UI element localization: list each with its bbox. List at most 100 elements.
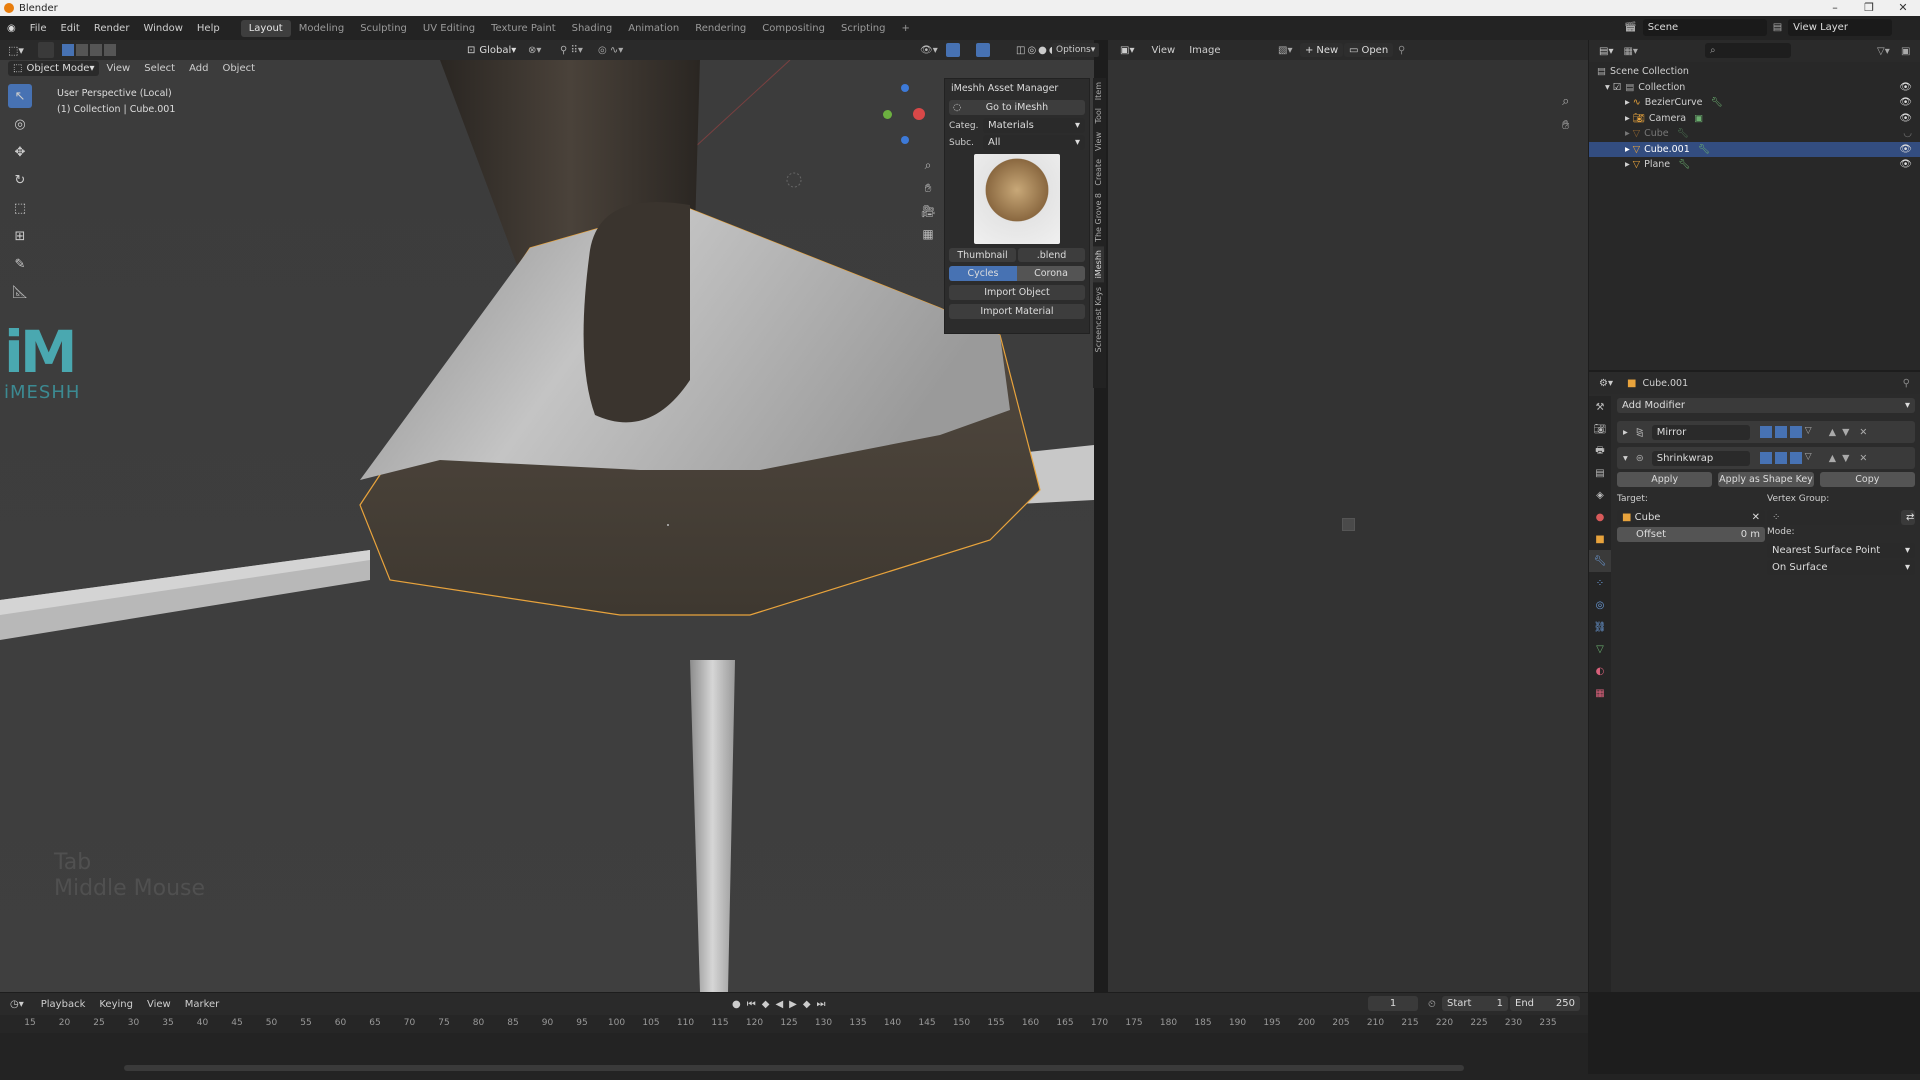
timeline-scrollbar[interactable] — [124, 1065, 1464, 1071]
material-thumbnail[interactable] — [974, 154, 1060, 244]
jump-end-icon[interactable]: ⏭ — [817, 999, 826, 1010]
editor-type-icon[interactable]: ⬚▾ — [8, 44, 24, 57]
overlay-toggle-icon[interactable] — [976, 43, 990, 57]
scene-tab-icon[interactable]: ◈ — [1589, 484, 1611, 506]
zoom-icon[interactable]: ⌕ — [918, 154, 938, 177]
menu-marker[interactable]: Marker — [178, 999, 227, 1010]
modifier-tab-icon[interactable]: 🔧︎ — [1589, 550, 1611, 572]
snap-mode-dropdown[interactable]: On Surface ▾ — [1767, 560, 1915, 575]
cage-icon[interactable]: ▽ — [1805, 452, 1817, 464]
scene-selector[interactable]: Scene — [1642, 19, 1767, 36]
menu-render[interactable]: Render — [87, 23, 137, 34]
move-down-icon[interactable]: ▼ — [1842, 453, 1849, 464]
menu-object[interactable]: Object — [215, 63, 262, 74]
jump-start-icon[interactable]: ⏮ — [747, 999, 756, 1010]
editor-type-icon[interactable]: ◷▾ — [10, 999, 24, 1010]
edit-mode-toggle-icon[interactable] — [1759, 452, 1772, 464]
menu-add[interactable]: Add — [182, 63, 215, 74]
select-new-icon[interactable] — [61, 44, 74, 56]
outliner-row-camera[interactable]: ▸ 📷︎ Camera ▣ 👁︎ — [1589, 111, 1920, 127]
modifier-mirror[interactable]: ▸ ⧎ Mirror ▽ ▲ ▼ ✕ — [1617, 421, 1915, 443]
wrap-method-dropdown[interactable]: Nearest Surface Point ▾ — [1767, 543, 1915, 558]
transform-tool-icon[interactable]: ⊞ — [8, 224, 32, 248]
clock-icon[interactable]: ⏲ — [1428, 999, 1436, 1010]
import-material-button[interactable]: Import Material — [949, 304, 1085, 319]
outliner-row-cube[interactable]: ▸ ▽ Cube 🔧︎ ◡ — [1589, 126, 1920, 142]
render-tab-icon[interactable]: 📷︎ — [1589, 418, 1611, 440]
import-object-button[interactable]: Import Object — [949, 285, 1085, 300]
modifier-name-field[interactable]: Shrinkwrap — [1651, 450, 1750, 466]
play-reverse-icon[interactable]: ◀ — [775, 999, 783, 1010]
select-mode-icon[interactable] — [37, 42, 54, 58]
viewport-toggle-icon[interactable] — [1774, 452, 1787, 464]
clear-icon[interactable]: ✕ — [1752, 512, 1760, 523]
prev-keyframe-icon[interactable]: ◆ — [762, 999, 770, 1010]
tab-scripting[interactable]: Scripting — [833, 20, 893, 37]
filter-icon[interactable]: ▽▾ — [1877, 46, 1890, 57]
display-mode-icon[interactable]: ▦▾ — [1623, 46, 1637, 57]
minimize-button[interactable]: – — [1818, 0, 1852, 16]
editor-type-icon[interactable]: ▣▾ — [1120, 45, 1134, 56]
constraints-tab-icon[interactable]: ⛓︎ — [1589, 616, 1611, 638]
new-image-button[interactable]: + New — [1300, 43, 1344, 57]
pin-icon[interactable]: ⚲ — [1398, 45, 1405, 56]
play-icon[interactable]: ▶ — [789, 999, 797, 1010]
engine-corona-toggle[interactable]: Corona — [1017, 266, 1085, 281]
subcategory-dropdown[interactable]: All ▾ — [983, 135, 1085, 150]
render-toggle-icon[interactable] — [1789, 426, 1802, 438]
target-field[interactable]: ■ Cube ✕ — [1617, 510, 1765, 525]
vertex-group-field[interactable]: ⁘ — [1767, 510, 1899, 525]
view-layer-tab-icon[interactable]: ▤ — [1589, 462, 1611, 484]
blend-button[interactable]: .blend — [1018, 248, 1085, 262]
light-gizmo[interactable] — [786, 172, 802, 188]
menu-view[interactable]: View — [140, 999, 178, 1010]
modifier-name-field[interactable]: Mirror — [1651, 424, 1750, 440]
blender-menu-icon[interactable]: ◉ — [0, 23, 23, 34]
world-tab-icon[interactable]: ● — [1589, 506, 1611, 528]
measure-tool-icon[interactable]: 📐︎ — [8, 280, 32, 304]
tab-shading[interactable]: Shading — [564, 20, 621, 37]
object-tab-icon[interactable]: ■ — [1589, 528, 1611, 550]
move-down-icon[interactable]: ▼ — [1842, 427, 1849, 438]
eye-hidden-icon[interactable]: ◡ — [1903, 128, 1912, 139]
menu-image[interactable]: Image — [1182, 45, 1227, 56]
outliner-row-beziercurve[interactable]: ▸ ∿ BezierCurve 🔧︎ 👁︎ — [1589, 95, 1920, 111]
new-collection-icon[interactable]: ▣ — [1901, 46, 1910, 57]
tab-imeshh[interactable]: iMeshh — [1093, 246, 1104, 283]
material-tab-icon[interactable]: ◐ — [1589, 660, 1611, 682]
options-dropdown[interactable]: Options ▾ — [1052, 43, 1100, 57]
data-tab-icon[interactable]: ▽ — [1589, 638, 1611, 660]
record-icon[interactable]: ● — [732, 999, 741, 1010]
tab-the-grove[interactable]: The Grove 8 — [1093, 189, 1104, 246]
tab-animation[interactable]: Animation — [620, 20, 687, 37]
particles-tab-icon[interactable]: ⁘ — [1589, 572, 1611, 594]
apply-button[interactable]: Apply — [1617, 472, 1713, 487]
texture-tab-icon[interactable]: ▦ — [1589, 682, 1611, 704]
pan-hand-icon[interactable]: ✋︎ — [1562, 114, 1569, 138]
menu-edit[interactable]: Edit — [53, 23, 86, 34]
add-workspace-button[interactable]: + — [893, 20, 917, 37]
current-frame-field[interactable]: 1 — [1368, 996, 1418, 1011]
menu-keying[interactable]: Keying — [92, 999, 140, 1010]
gizmo-toggle-icon[interactable] — [946, 43, 960, 57]
remove-modifier-icon[interactable]: ✕ — [1859, 427, 1867, 438]
tab-tool[interactable]: Tool — [1093, 104, 1104, 128]
image-editor[interactable]: ⌕ ✋︎ — [1108, 40, 1588, 992]
rotate-tool-icon[interactable]: ↻ — [8, 168, 32, 192]
menu-help[interactable]: Help — [190, 23, 227, 34]
outliner-row-cube001[interactable]: ▸ ▽ Cube.001 🔧︎ 👁︎ — [1589, 141, 1920, 157]
close-button[interactable]: ✕ — [1886, 0, 1920, 16]
select-extend-icon[interactable] — [75, 44, 88, 56]
tab-screencast-keys[interactable]: Screencast Keys — [1093, 283, 1104, 356]
next-keyframe-icon[interactable]: ◆ — [803, 999, 811, 1010]
tab-rendering[interactable]: Rendering — [687, 20, 754, 37]
open-image-button[interactable]: ▭ Open — [1344, 43, 1394, 57]
visibility-icon[interactable]: 👁︎▾ — [920, 45, 938, 56]
editor-type-icon[interactable]: ▤▾ — [1599, 46, 1613, 57]
tab-sculpting[interactable]: Sculpting — [352, 20, 415, 37]
camera-view-icon[interactable]: 🎥︎ — [918, 200, 938, 223]
eye-icon[interactable]: 👁︎ — [1899, 113, 1912, 124]
editor-type-icon[interactable]: ⚙▾ — [1599, 378, 1613, 389]
mode-dropdown[interactable]: ⬚ Object Mode ▾ — [8, 61, 100, 76]
end-frame-field[interactable]: End 250 — [1510, 996, 1580, 1011]
